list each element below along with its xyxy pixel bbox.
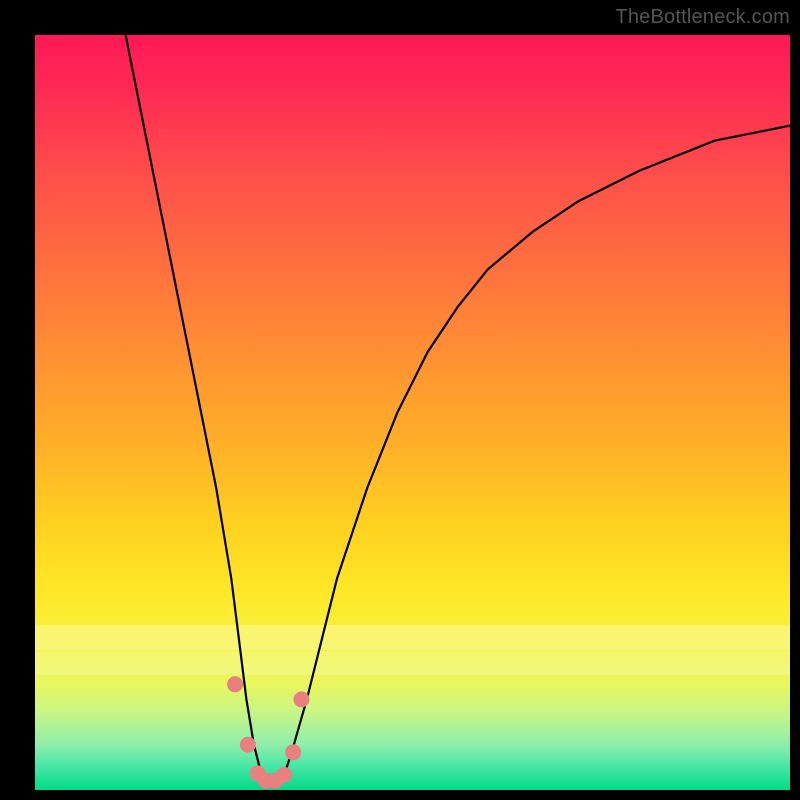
marker-dot xyxy=(240,737,256,753)
marker-dot xyxy=(285,744,301,760)
marker-dot xyxy=(294,691,310,707)
marker-dot xyxy=(276,767,292,783)
watermark-text: TheBottleneck.com xyxy=(615,6,790,29)
bottleneck-curve-path xyxy=(126,35,790,783)
chart-frame: TheBottleneck.com xyxy=(0,0,800,800)
plot-area xyxy=(35,35,790,790)
marker-dot xyxy=(227,676,243,692)
curve-layer xyxy=(35,35,790,790)
